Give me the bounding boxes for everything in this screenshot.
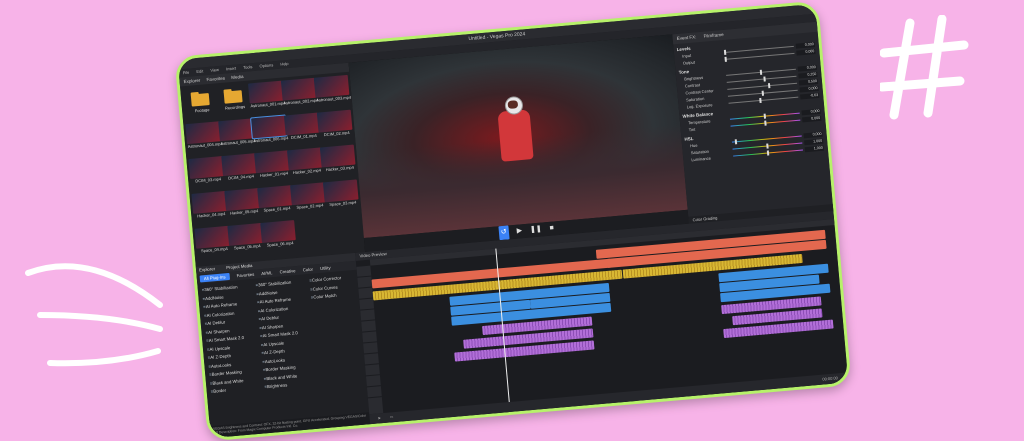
menu-file[interactable]: File xyxy=(183,70,190,76)
fx-list-column-3: Color CorrectorColor CurvesColor Match xyxy=(309,274,343,302)
media-thumbnail-label: Space_03.mp4 xyxy=(329,199,357,207)
fx-list-item[interactable]: Brightness xyxy=(264,380,302,392)
slider-knob[interactable] xyxy=(766,143,769,149)
media-thumbnail-label: Space_04.mp4 xyxy=(200,245,228,254)
fx-status-text: VEGAS Brightness and Contrast: OFX, 32-b… xyxy=(209,412,371,439)
media-thumbnail[interactable]: Space_03.mp4 xyxy=(322,179,361,212)
fx-list-column-1: 360° StabilizationAddNoiseAI Auto Refram… xyxy=(202,283,249,396)
media-thumbnail-label: Astronaut_004.mp4 xyxy=(187,141,223,150)
media-thumbnail[interactable]: Astronaut_003.mp4 xyxy=(313,74,352,108)
slider-knob[interactable] xyxy=(724,56,727,62)
slider-knob[interactable] xyxy=(758,97,762,104)
color-grading-panel: Event FX: Filmframe Levels Input 0,000 Outp… xyxy=(672,21,838,224)
motion-lines-doodle-icon xyxy=(25,263,163,367)
folder-icon xyxy=(215,83,251,106)
slider-knob[interactable] xyxy=(766,150,770,156)
filter-ai-ml[interactable]: AI/ML xyxy=(261,270,273,276)
menu-help[interactable]: Help xyxy=(280,61,289,67)
hash-doodle-icon xyxy=(880,15,969,120)
media-thumbnail-label: Astronaut_003.mp4 xyxy=(316,94,352,103)
folder-icon xyxy=(182,86,218,109)
slider-knob[interactable] xyxy=(723,49,727,55)
preview-frame xyxy=(348,34,688,239)
media-thumbnail[interactable]: Hacker_03.mp4 xyxy=(319,144,358,177)
media-thumbnail-label: DCIM_01.mp4 xyxy=(290,132,317,141)
media-thumbnail-label: Space_02.mp4 xyxy=(296,202,324,210)
media-thumbnail[interactable]: Space_06.mp4 xyxy=(260,220,298,253)
slider-knob[interactable] xyxy=(759,69,763,75)
slider-value[interactable]: 0,000 xyxy=(796,49,816,56)
preset-dropdown[interactable]: Filmframe xyxy=(703,32,723,39)
filter-creative[interactable]: Creative xyxy=(279,268,295,274)
timeline-footer: ➤ ✂ 00:00:00 xyxy=(369,372,849,425)
explorer-panel: Explorer Favorites Media Footage Recordin… xyxy=(179,62,366,267)
time-readout: 00:00:00 xyxy=(822,375,839,382)
slider-label: Hue xyxy=(689,142,698,149)
media-thumbnail-label: Hacker_04.mp4 xyxy=(197,211,226,219)
tab-explorer-bottom[interactable]: Explorer xyxy=(199,266,215,272)
tab-favorites[interactable]: Favorites xyxy=(206,76,225,83)
slider-value[interactable]: -0,63 xyxy=(800,92,820,100)
stop-icon[interactable]: ■ xyxy=(549,221,554,235)
tab-explorer[interactable]: Explorer xyxy=(183,78,200,84)
media-thumbnail-label: DCIM_04.mp4 xyxy=(228,173,255,181)
slider-label: Input xyxy=(682,52,692,59)
slider-label: Output xyxy=(682,59,696,66)
menu-edit[interactable]: Edit xyxy=(196,68,203,74)
fx-list-column-2: 360° StabilizationAddNoiseAI Auto Refram… xyxy=(255,278,302,391)
cut-tool-icon[interactable]: ✂ xyxy=(390,414,394,419)
media-thumbnail-label: Space_06.mp4 xyxy=(266,240,294,248)
media-thumbnail-label: Astronaut_005.mp4 xyxy=(220,138,256,147)
media-thumbnail-label: Hacker_01.mp4 xyxy=(259,170,289,178)
media-thumbnail-label: Astronaut_001.mp4 xyxy=(250,100,286,109)
media-thumbnail-label: Space_01.mp4 xyxy=(263,205,291,213)
filter-color[interactable]: Color xyxy=(302,267,313,273)
slider-knob[interactable] xyxy=(761,90,765,96)
fx-list-item[interactable]: Color Match xyxy=(311,291,344,302)
slider-knob[interactable] xyxy=(763,113,767,119)
filter-all-plugins[interactable]: All Plug-Ins xyxy=(199,272,230,283)
pause-icon[interactable]: ❚❚ xyxy=(529,223,542,238)
video-preview: ↺ ▶ ❚❚ ■ xyxy=(348,34,689,253)
grading-sections: Levels Input 0,000 Output 0,000 Tone Brightnes… xyxy=(673,35,828,164)
astronaut-figure xyxy=(492,95,538,168)
media-thumbnail-label: DCIM_02.mp4 xyxy=(323,129,350,138)
menu-options[interactable]: Options xyxy=(259,62,273,68)
track-header[interactable] xyxy=(366,386,382,399)
media-thumbnail-label: Astronaut_006.mp4 xyxy=(253,135,289,144)
tab-project-media[interactable]: Project Media xyxy=(226,263,253,270)
menu-tools[interactable]: Tools xyxy=(243,64,253,70)
slider-value[interactable]: 0,000 xyxy=(802,115,822,123)
editor-window: Untitled - Vegas Pro 2024 File Edit View… xyxy=(174,0,852,441)
event-fx-label: Event FX: xyxy=(676,34,697,42)
fx-browser: Explorer Project Media All Plug-Ins Favo… xyxy=(195,252,371,439)
media-thumbnail-label: Hacker_05.mp4 xyxy=(229,208,259,216)
slider-label: Tint xyxy=(688,126,696,133)
media-thumbnail-label: Hacker_02.mp4 xyxy=(292,167,322,175)
loop-icon[interactable]: ↺ xyxy=(498,225,510,241)
slider-label: Luminance xyxy=(691,155,712,163)
fx-list-item[interactable]: Border xyxy=(210,385,248,397)
tab-media[interactable]: Media xyxy=(231,74,244,80)
menu-insert[interactable]: Insert xyxy=(226,66,236,72)
media-thumbnail-label: Hacker_03.mp4 xyxy=(325,164,355,173)
menu-view[interactable]: View xyxy=(210,67,219,73)
slider-knob[interactable] xyxy=(764,120,767,126)
slider-knob[interactable] xyxy=(735,139,738,145)
edit-tool-icon[interactable]: ➤ xyxy=(377,415,381,420)
slider-value[interactable]: 1,000 xyxy=(804,145,825,153)
slider-label: Log. Exposure xyxy=(686,102,713,110)
media-thumbnail-label: Astronaut_002.mp4 xyxy=(283,97,319,106)
play-icon[interactable]: ▶ xyxy=(516,224,523,238)
filter-utility[interactable]: Utility xyxy=(320,265,331,271)
media-thumbnail-label: DCIM_03.mp4 xyxy=(195,176,222,184)
filter-favorites[interactable]: Favorites xyxy=(236,272,254,279)
slider-knob[interactable] xyxy=(767,83,771,89)
media-thumbnail[interactable]: DCIM_02.mp4 xyxy=(316,109,355,143)
media-thumbnail-label: Space_05.mp4 xyxy=(233,243,261,251)
slider-knob[interactable] xyxy=(763,76,767,82)
